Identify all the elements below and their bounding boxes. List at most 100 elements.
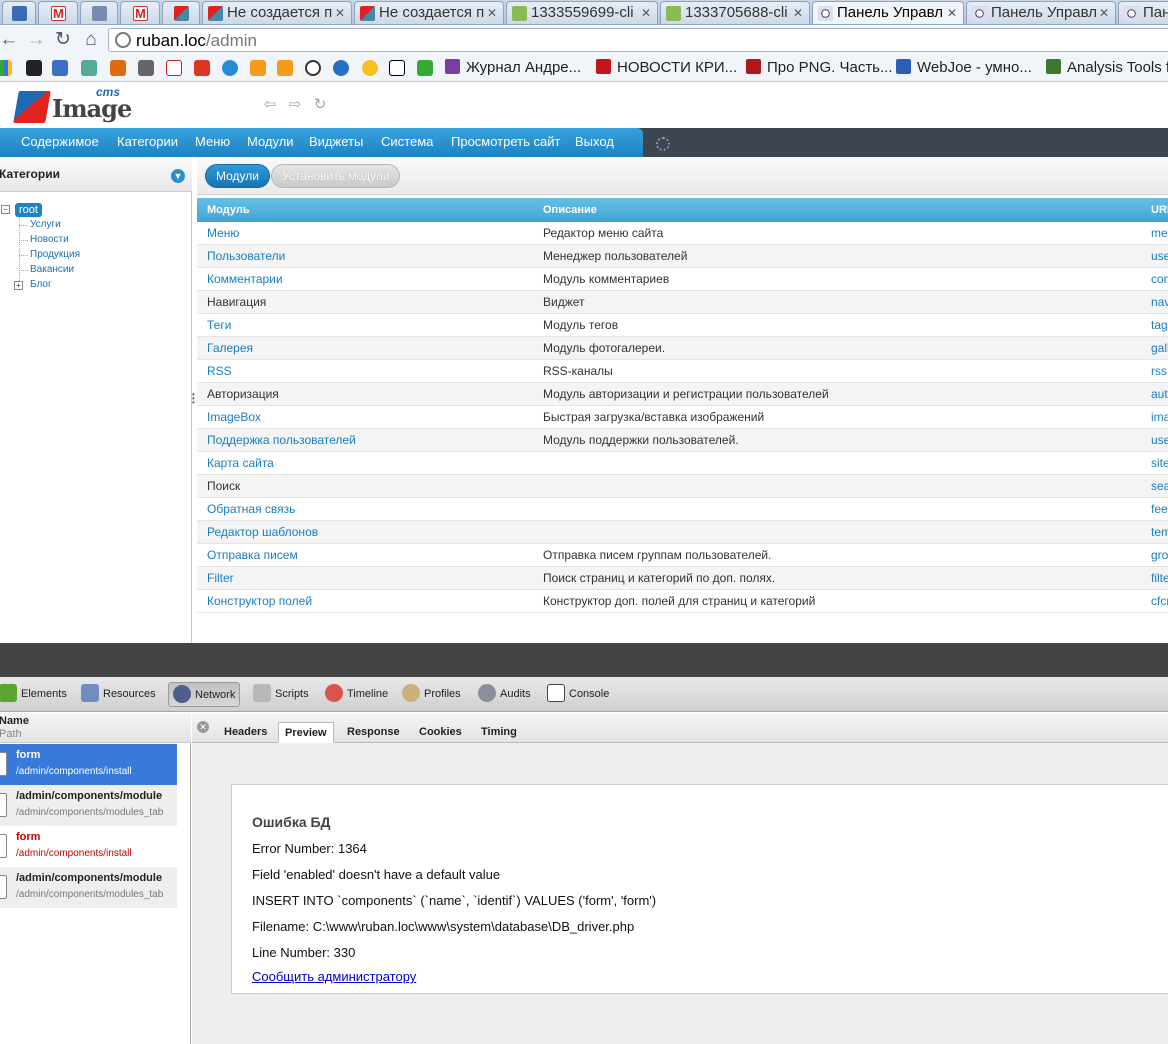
module-name[interactable]: Поддержка пользователей — [207, 433, 356, 447]
browser-tab-10[interactable]: Панель Управл ✕ — [812, 1, 964, 24]
bookmark-icon[interactable] — [26, 60, 42, 76]
module-url[interactable]: cfcm — [1151, 594, 1168, 608]
tree-item-blog[interactable]: Блог — [30, 279, 52, 290]
close-icon[interactable]: ✕ — [1099, 2, 1109, 24]
menu-item-modules[interactable]: Модули — [247, 134, 294, 149]
module-name[interactable]: Меню — [207, 226, 239, 240]
browser-tab-9[interactable]: 1333705688-cli ✕ — [660, 1, 810, 24]
menu-item-view-site[interactable]: Просмотреть сайт — [451, 134, 560, 149]
tree-collapse-icon[interactable]: − — [1, 205, 10, 214]
devtools-resize-bar[interactable] — [0, 643, 1168, 677]
close-icon[interactable]: ✕ — [197, 721, 209, 733]
close-icon[interactable]: ✕ — [335, 2, 345, 24]
devtools-tab-timeline[interactable]: Timeline — [325, 682, 388, 707]
tab-install-modules[interactable]: Установить модули — [271, 164, 401, 188]
tree-item-products[interactable]: Продукция — [30, 249, 80, 260]
module-url[interactable]: rss — [1151, 364, 1167, 378]
network-request-row[interactable]: /admin/components/module /admin/componen… — [0, 867, 177, 908]
bookmark-icon[interactable] — [194, 60, 210, 76]
module-url[interactable]: sitemap — [1151, 456, 1168, 470]
bookmark-icon[interactable] — [222, 60, 238, 76]
menu-item-content[interactable]: Содержимое — [21, 134, 99, 149]
bookmark-icon[interactable] — [138, 60, 154, 76]
bookmark-item[interactable]: НОВОСТИ КРИ... — [596, 59, 737, 76]
module-name[interactable]: RSS — [207, 364, 232, 378]
module-name[interactable]: Теги — [207, 318, 231, 332]
imagecms-logo[interactable]: cms Image — [13, 85, 132, 125]
bookmark-item[interactable]: Журнал Андре... — [445, 59, 581, 76]
bookmark-icon[interactable] — [166, 60, 182, 76]
address-bar[interactable]: ruban.loc/admin — [108, 28, 1168, 52]
tree-expand-icon[interactable]: + — [14, 281, 23, 290]
table-row[interactable]: Конструктор полей Конструктор доп. полей … — [197, 590, 1168, 613]
bookmark-icon[interactable] — [250, 60, 266, 76]
devtools-tab-scripts[interactable]: Scripts — [253, 682, 309, 707]
module-url[interactable]: group_mail — [1151, 548, 1168, 562]
module-url[interactable]: tags — [1151, 318, 1168, 332]
table-row[interactable]: Поддержка пользователей Модуль поддержки … — [197, 429, 1168, 452]
module-url[interactable]: user_support — [1151, 433, 1168, 447]
home-icon[interactable]: ⌂ — [80, 28, 102, 52]
module-name[interactable]: Комментарии — [207, 272, 283, 286]
close-icon[interactable]: ✕ — [487, 2, 497, 24]
bookmark-icon[interactable] — [52, 60, 68, 76]
module-name[interactable]: Отправка писем — [207, 548, 298, 562]
close-icon[interactable]: ✕ — [947, 2, 957, 24]
module-name[interactable]: Пользователи — [207, 249, 285, 263]
module-name[interactable]: ImageBox — [207, 410, 261, 424]
module-url[interactable]: template_editor — [1151, 525, 1168, 539]
browser-tab-7[interactable]: Не создается п ✕ — [354, 1, 504, 24]
column-header-module[interactable]: Модуль — [207, 204, 250, 216]
table-row[interactable]: Поиск search — [197, 475, 1168, 498]
tree-root[interactable]: root — [15, 203, 42, 217]
table-row[interactable]: Меню Редактор меню сайта menu — [197, 222, 1168, 245]
bookmark-icon[interactable] — [81, 60, 97, 76]
table-row[interactable]: Авторизация Модуль авторизации и регистра… — [197, 383, 1168, 406]
report-admin-link[interactable]: Сообщить администратору — [252, 969, 416, 984]
tree-item-services[interactable]: Услуги — [30, 219, 61, 230]
table-row[interactable]: Комментарии Модуль комментариев comments — [197, 268, 1168, 291]
module-url[interactable]: comments — [1151, 272, 1168, 286]
bookmark-item[interactable]: WebJoe - умно... — [896, 59, 1032, 76]
table-row[interactable]: ImageBox Быстрая загрузка/вставка изображ… — [197, 406, 1168, 429]
bookmark-icon[interactable] — [389, 60, 405, 76]
devtools-tab-network[interactable]: Network — [168, 682, 241, 707]
menu-item-system[interactable]: Система — [381, 134, 433, 149]
module-url[interactable]: search — [1151, 479, 1168, 493]
refresh-icon[interactable]: ↻ — [312, 97, 328, 113]
bookmark-icon[interactable] — [305, 60, 321, 76]
module-name[interactable]: Галерея — [207, 341, 253, 355]
network-request-row[interactable]: /admin/components/module /admin/componen… — [0, 785, 177, 826]
table-row[interactable]: Редактор шаблонов template_editor — [197, 521, 1168, 544]
reload-icon[interactable]: ↻ — [52, 28, 74, 52]
browser-tab-1[interactable] — [2, 1, 36, 24]
tab-headers[interactable]: Headers — [218, 722, 273, 743]
bookmark-icon[interactable] — [362, 60, 378, 76]
bookmark-item[interactable]: Analysis Tools f — [1046, 59, 1168, 76]
column-header-url[interactable]: URL — [1151, 204, 1168, 216]
back-icon[interactable]: ← — [0, 28, 20, 52]
module-url[interactable]: filter — [1151, 571, 1168, 585]
bookmark-icon[interactable] — [0, 60, 12, 76]
module-name[interactable]: Редактор шаблонов — [207, 525, 318, 539]
tree-item-vacancies[interactable]: Вакансии — [30, 264, 74, 275]
module-url[interactable]: auth — [1151, 387, 1168, 401]
column-header-name[interactable]: Name — [0, 715, 29, 727]
module-url[interactable]: menu — [1151, 226, 1168, 240]
table-row[interactable]: Карта сайта sitemap — [197, 452, 1168, 475]
devtools-tab-resources[interactable]: Resources — [81, 682, 156, 707]
module-name[interactable]: Обратная связь — [207, 502, 295, 516]
module-url[interactable]: feedback — [1151, 502, 1168, 516]
menu-item-widgets[interactable]: Виджеты — [309, 134, 363, 149]
tab-response[interactable]: Response — [341, 722, 406, 743]
browser-tab-2[interactable] — [38, 1, 78, 24]
table-row[interactable]: RSS RSS-каналы rss — [197, 360, 1168, 383]
tab-preview[interactable]: Preview — [278, 722, 334, 743]
network-request-row[interactable]: form /admin/components/install — [0, 826, 177, 867]
browser-tab-4[interactable] — [120, 1, 160, 24]
bookmark-icon[interactable] — [333, 60, 349, 76]
module-url[interactable]: user_manager — [1151, 249, 1168, 263]
bookmark-icon[interactable] — [417, 60, 433, 76]
forward-icon[interactable]: → — [25, 28, 47, 52]
devtools-tab-profiles[interactable]: Profiles — [402, 682, 461, 707]
